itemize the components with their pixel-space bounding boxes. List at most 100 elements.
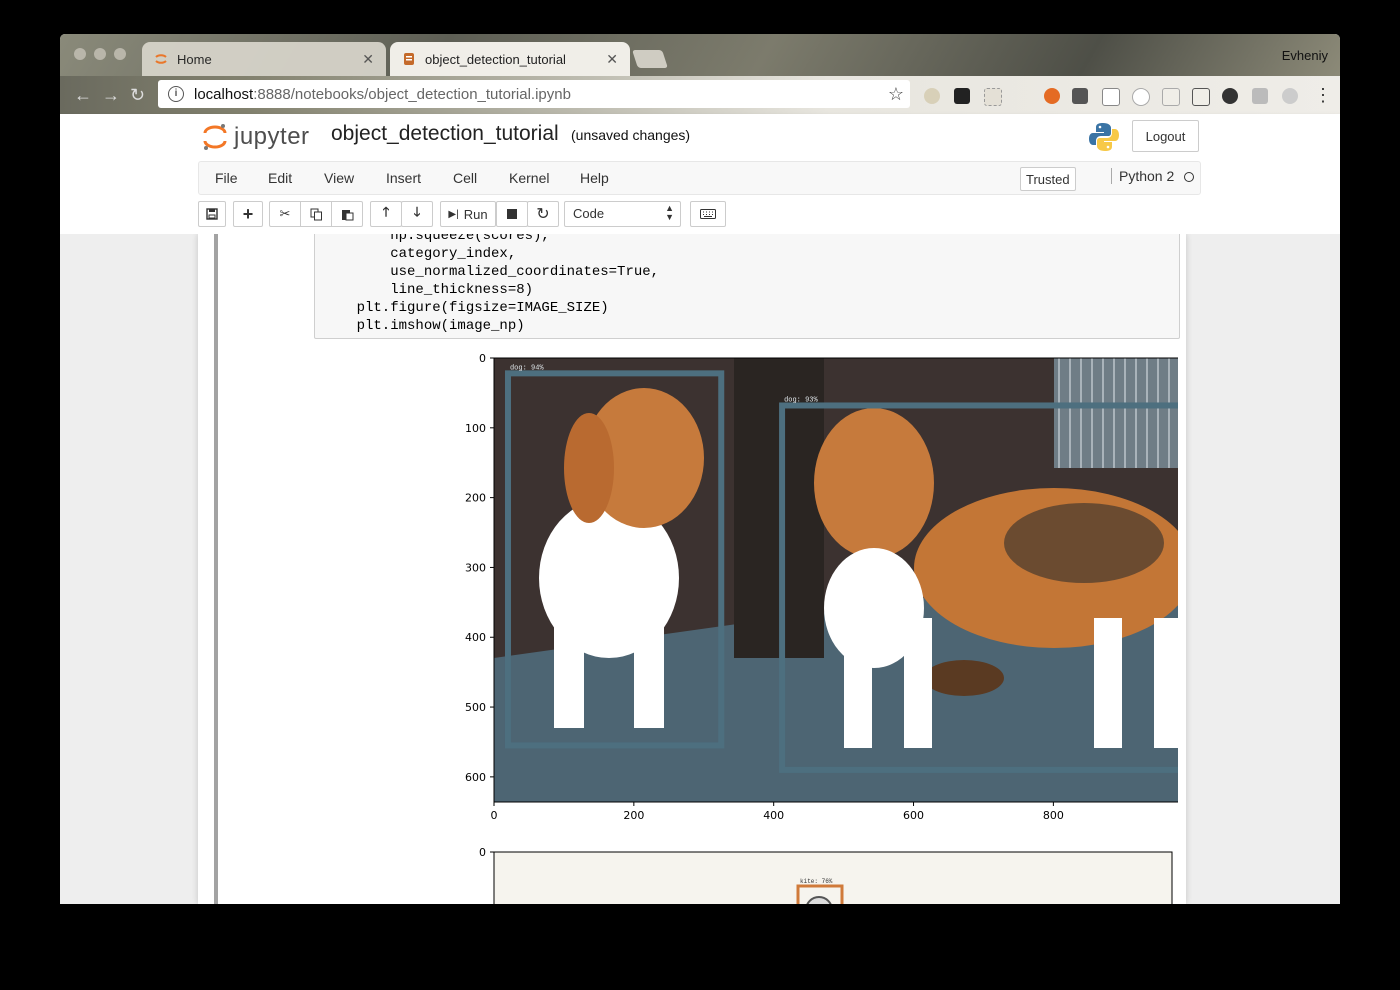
menu-help[interactable]: Help bbox=[580, 170, 609, 186]
y-tick-label: 400 bbox=[465, 631, 486, 644]
extension-grid-icon[interactable] bbox=[984, 88, 1002, 106]
y-tick-label: 100 bbox=[465, 422, 486, 435]
menu-insert[interactable]: Insert bbox=[386, 170, 421, 186]
browser-toolbar: ← → ↻ i localhost:8888/notebooks/object_… bbox=[60, 76, 1340, 114]
x-tick-label: 800 bbox=[1043, 809, 1064, 822]
extension-eyedropper-icon[interactable] bbox=[1102, 88, 1120, 106]
tab-strip: Home ✕ object_detection_tutorial ✕ Evhen… bbox=[60, 34, 1340, 76]
y-tick-label: 0 bbox=[479, 846, 486, 859]
notebook-container: np.squeeze(scores), category_index, use_… bbox=[198, 234, 1186, 904]
paste-icon bbox=[341, 209, 353, 220]
jupyter-logo[interactable]: jupyter bbox=[202, 122, 310, 152]
extension-hippo-icon[interactable] bbox=[1282, 88, 1298, 104]
menu-kernel[interactable]: Kernel bbox=[509, 170, 549, 186]
move-down-button[interactable]: 🡓 bbox=[401, 201, 433, 227]
detection-label: dog: 93% bbox=[784, 396, 818, 404]
tab-home[interactable]: Home ✕ bbox=[142, 42, 386, 76]
large-dog-leg bbox=[844, 618, 872, 748]
extension-check-icon[interactable] bbox=[1222, 88, 1238, 104]
run-button[interactable]: ▶| Run bbox=[440, 201, 496, 227]
new-tab-button[interactable] bbox=[632, 50, 668, 68]
notebook-name[interactable]: object_detection_tutorial bbox=[331, 122, 559, 146]
detection-label: dog: 94% bbox=[510, 364, 544, 372]
cell-type-value: Code bbox=[573, 206, 605, 221]
python-logo-icon bbox=[1089, 123, 1119, 151]
browser-menu-icon[interactable]: ⋮ bbox=[1314, 85, 1332, 106]
x-tick-label: 200 bbox=[623, 809, 644, 822]
logout-button[interactable]: Logout bbox=[1132, 120, 1199, 152]
menu-file[interactable]: File bbox=[215, 170, 238, 186]
window-zoom-button[interactable] bbox=[114, 48, 126, 60]
insert-cell-button[interactable]: + bbox=[233, 201, 263, 227]
restart-button[interactable]: ↻ bbox=[527, 201, 559, 227]
x-tick-label: 400 bbox=[763, 809, 784, 822]
browser-window: Home ✕ object_detection_tutorial ✕ Evhen… bbox=[60, 34, 1340, 904]
close-icon[interactable]: ✕ bbox=[606, 51, 618, 68]
extension-capture-icon[interactable] bbox=[1192, 88, 1210, 106]
notebook-toolbar: + ✂ 🡑 🡓 ▶| Run ↻ Code ▲ ▼ bbox=[198, 201, 1201, 231]
tab-title: object_detection_tutorial bbox=[425, 51, 566, 67]
copy-button[interactable] bbox=[300, 201, 332, 227]
code-cell-input[interactable]: np.squeeze(scores), category_index, use_… bbox=[314, 234, 1180, 339]
y-tick-label: 600 bbox=[465, 771, 486, 784]
tab-notebook[interactable]: object_detection_tutorial ✕ bbox=[390, 42, 630, 76]
select-arrows-icon: ▲ ▼ bbox=[665, 203, 674, 222]
menu-cell[interactable]: Cell bbox=[453, 170, 477, 186]
window-close-button[interactable] bbox=[74, 48, 86, 60]
plus-icon: + bbox=[242, 203, 254, 224]
save-button[interactable] bbox=[198, 201, 226, 227]
move-up-button[interactable]: 🡑 bbox=[370, 201, 402, 227]
forward-icon[interactable]: → bbox=[102, 85, 120, 106]
y-tick-label: 500 bbox=[465, 701, 486, 714]
back-icon[interactable]: ← bbox=[74, 85, 92, 106]
command-palette-button[interactable] bbox=[690, 201, 726, 227]
small-dog-ear bbox=[564, 413, 614, 523]
jupyter-header: jupyter object_detection_tutorial (unsav… bbox=[60, 114, 1340, 235]
menubar: File Edit View Insert Cell Kernel Help T… bbox=[198, 161, 1201, 195]
extension-jb-icon[interactable] bbox=[1072, 88, 1088, 104]
small-dog-leg bbox=[634, 598, 664, 728]
jupyter-favicon-icon bbox=[155, 54, 167, 64]
info-icon[interactable]: i bbox=[168, 86, 184, 102]
menu-edit[interactable]: Edit bbox=[268, 170, 292, 186]
y-tick-label: 0 bbox=[479, 354, 486, 365]
copy-icon bbox=[310, 208, 322, 220]
extension-shield-icon[interactable] bbox=[1044, 88, 1060, 104]
cut-button[interactable]: ✂ bbox=[269, 201, 301, 227]
extension-download-icon[interactable] bbox=[1252, 88, 1268, 104]
window-minimize-button[interactable] bbox=[94, 48, 106, 60]
reload-icon[interactable]: ↻ bbox=[130, 85, 145, 106]
save-icon bbox=[206, 208, 218, 220]
address-bar[interactable]: i localhost:8888/notebooks/object_detect… bbox=[158, 80, 910, 108]
selected-cell-indicator bbox=[214, 234, 218, 904]
bookmark-star-icon[interactable]: ☆ bbox=[888, 84, 904, 105]
trusted-indicator[interactable]: Trusted bbox=[1020, 167, 1076, 191]
stop-icon bbox=[507, 209, 517, 219]
kite-photo bbox=[493, 851, 1173, 904]
detection-plot-kite: kite: 76%0100 bbox=[479, 846, 1173, 904]
detection-plot-dogs: dog: 94%dog: 93%020040060080010000100200… bbox=[465, 354, 1178, 822]
cell-type-select[interactable]: Code ▲ ▼ bbox=[564, 201, 681, 227]
refresh-icon: ↻ bbox=[536, 206, 550, 223]
large-dog-leg bbox=[1094, 618, 1122, 748]
small-dog-leg bbox=[554, 598, 584, 728]
profile-name[interactable]: Evheniy bbox=[1282, 48, 1328, 63]
extension-gear-icon[interactable] bbox=[924, 88, 940, 104]
extension-circle-icon[interactable] bbox=[1132, 88, 1150, 106]
interrupt-button[interactable] bbox=[496, 201, 528, 227]
close-icon[interactable]: ✕ bbox=[362, 51, 374, 68]
code-line: plt.imshow(image_np) bbox=[323, 318, 525, 334]
code-line: np.squeeze(scores), bbox=[323, 234, 550, 244]
save-status: (unsaved changes) bbox=[571, 127, 691, 143]
shoe bbox=[924, 660, 1004, 696]
arrow-up-icon: 🡑 bbox=[382, 204, 390, 219]
extension-counter-icon[interactable] bbox=[1162, 88, 1180, 106]
menu-view[interactable]: View bbox=[324, 170, 354, 186]
extension-terminal-icon[interactable] bbox=[954, 88, 970, 104]
code-text[interactable]: np.squeeze(scores), category_index, use_… bbox=[323, 234, 659, 335]
paste-button[interactable] bbox=[331, 201, 363, 227]
large-dog-leg bbox=[1154, 618, 1178, 748]
large-dog-head bbox=[814, 408, 934, 558]
jupyter-logo-icon bbox=[203, 124, 227, 150]
background-fence bbox=[1054, 358, 1178, 468]
